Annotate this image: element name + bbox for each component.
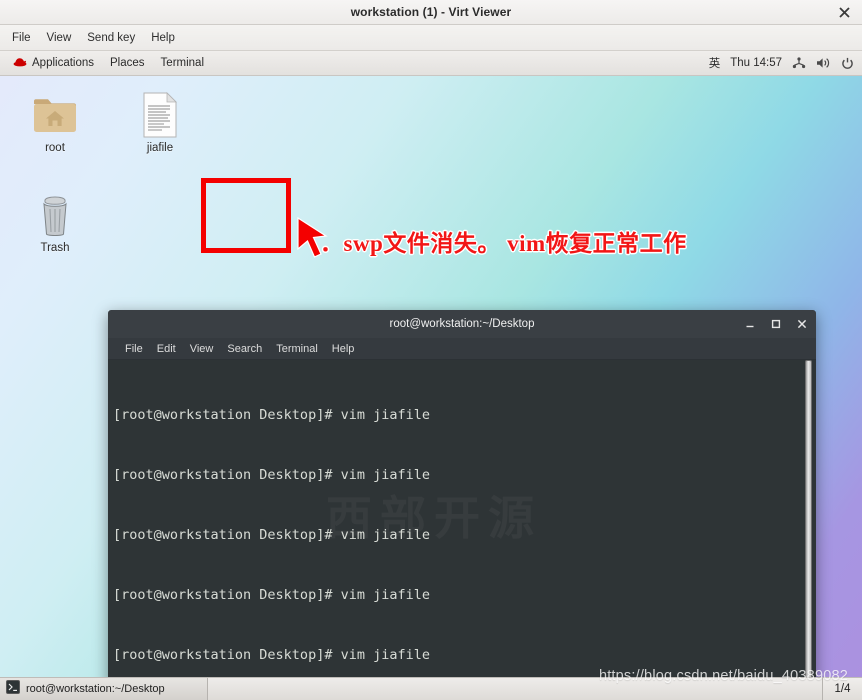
terminal-scrollbar[interactable] — [802, 360, 814, 677]
network-icon[interactable] — [792, 57, 806, 69]
trash-icon — [18, 188, 92, 238]
terminal-output: [root@workstation Desktop]# vim jiafile … — [113, 365, 816, 677]
minimize-icon[interactable] — [744, 319, 756, 329]
terminal-icon — [6, 679, 20, 699]
taskbar-window-label: root@workstation:~/Desktop — [26, 683, 165, 695]
desktop-icon-jiafile-label: jiafile — [146, 142, 174, 154]
desktop-icon-trash-label: Trash — [40, 242, 70, 254]
text-file-icon — [123, 88, 197, 138]
terminal-menu-edit[interactable]: Edit — [150, 341, 183, 357]
viewer-titlebar: workstation (1) - Virt Viewer — [0, 0, 862, 25]
red-rectangle-empty-swp-slot — [201, 178, 291, 253]
maximize-icon[interactable] — [770, 319, 782, 329]
viewer-menu-send-key[interactable]: Send key — [79, 29, 143, 47]
terminal-titlebar: root@workstation:~/Desktop — [108, 310, 816, 338]
input-method-indicator[interactable]: 英 — [709, 55, 721, 71]
terminal-body[interactable]: 西部开源 [root@workstation Desktop]# vim jia… — [108, 360, 816, 677]
terminal-menu[interactable]: Terminal — [154, 54, 211, 72]
terminal-line: [root@workstation Desktop]# vim jiafile — [113, 527, 430, 543]
power-icon[interactable] — [841, 57, 854, 70]
desktop-icon-root-label: root — [45, 142, 65, 154]
desktop-area: root jiafile Trash ．swp文件消失。 vim恢复正常工作 r… — [0, 76, 862, 677]
terminal-menu-file[interactable]: File — [118, 341, 150, 357]
close-icon[interactable] — [836, 4, 852, 20]
taskbar-empty-area — [208, 678, 822, 700]
annotation-text: ．swp文件消失。 vim恢复正常工作 — [320, 231, 687, 256]
terminal-line: [root@workstation Desktop]# vim jiafile — [113, 647, 430, 663]
viewer-menubar: File View Send key Help — [0, 25, 862, 51]
terminal-line: [root@workstation Desktop]# vim jiafile — [113, 407, 430, 423]
redhat-logo-icon — [13, 56, 27, 70]
bottom-taskbar: root@workstation:~/Desktop 1/4 — [0, 677, 862, 700]
taskbar-window-button[interactable]: root@workstation:~/Desktop — [0, 678, 208, 700]
applications-menu-label: Applications — [32, 57, 95, 69]
viewer-menu-view[interactable]: View — [39, 29, 80, 47]
viewer-title: workstation (1) - Virt Viewer — [350, 5, 512, 19]
home-folder-icon — [18, 88, 92, 138]
volume-icon[interactable] — [816, 57, 831, 69]
terminal-menu-help[interactable]: Help — [325, 341, 362, 357]
terminal-line: [root@workstation Desktop]# vim jiafile — [113, 587, 430, 603]
terminal-menu-label: Terminal — [160, 57, 205, 69]
gnome-panel-left: Applications Places Terminal — [0, 53, 211, 73]
places-menu[interactable]: Places — [103, 54, 152, 72]
virt-viewer-window: workstation (1) - Virt Viewer File View … — [0, 0, 862, 700]
terminal-window-buttons — [744, 310, 808, 338]
terminal-close-icon[interactable] — [796, 319, 808, 329]
terminal-title: root@workstation:~/Desktop — [389, 318, 535, 330]
workspace-switcher[interactable]: 1/4 — [822, 678, 862, 700]
viewer-menu-help[interactable]: Help — [143, 29, 183, 47]
gnome-panel-right: 英 Thu 14:57 — [709, 55, 862, 71]
viewer-menu-file[interactable]: File — [4, 29, 39, 47]
terminal-menu-search[interactable]: Search — [220, 341, 269, 357]
terminal-menubar: File Edit View Search Terminal Help — [108, 338, 816, 360]
terminal-line: [root@workstation Desktop]# vim jiafile — [113, 467, 430, 483]
desktop-icon-jiafile[interactable]: jiafile — [123, 88, 197, 154]
desktop-icon-root[interactable]: root — [18, 88, 92, 154]
places-menu-label: Places — [110, 57, 145, 69]
terminal-scrollbar-thumb[interactable] — [804, 360, 812, 677]
gnome-top-panel: Applications Places Terminal 英 Thu 14:57 — [0, 51, 862, 76]
applications-menu[interactable]: Applications — [6, 53, 101, 73]
terminal-window: root@workstation:~/Desktop File Edit Vie… — [108, 310, 816, 677]
panel-clock[interactable]: Thu 14:57 — [730, 57, 782, 69]
terminal-menu-view[interactable]: View — [183, 341, 221, 357]
desktop-icon-trash[interactable]: Trash — [18, 188, 92, 254]
terminal-menu-terminal[interactable]: Terminal — [269, 341, 325, 357]
